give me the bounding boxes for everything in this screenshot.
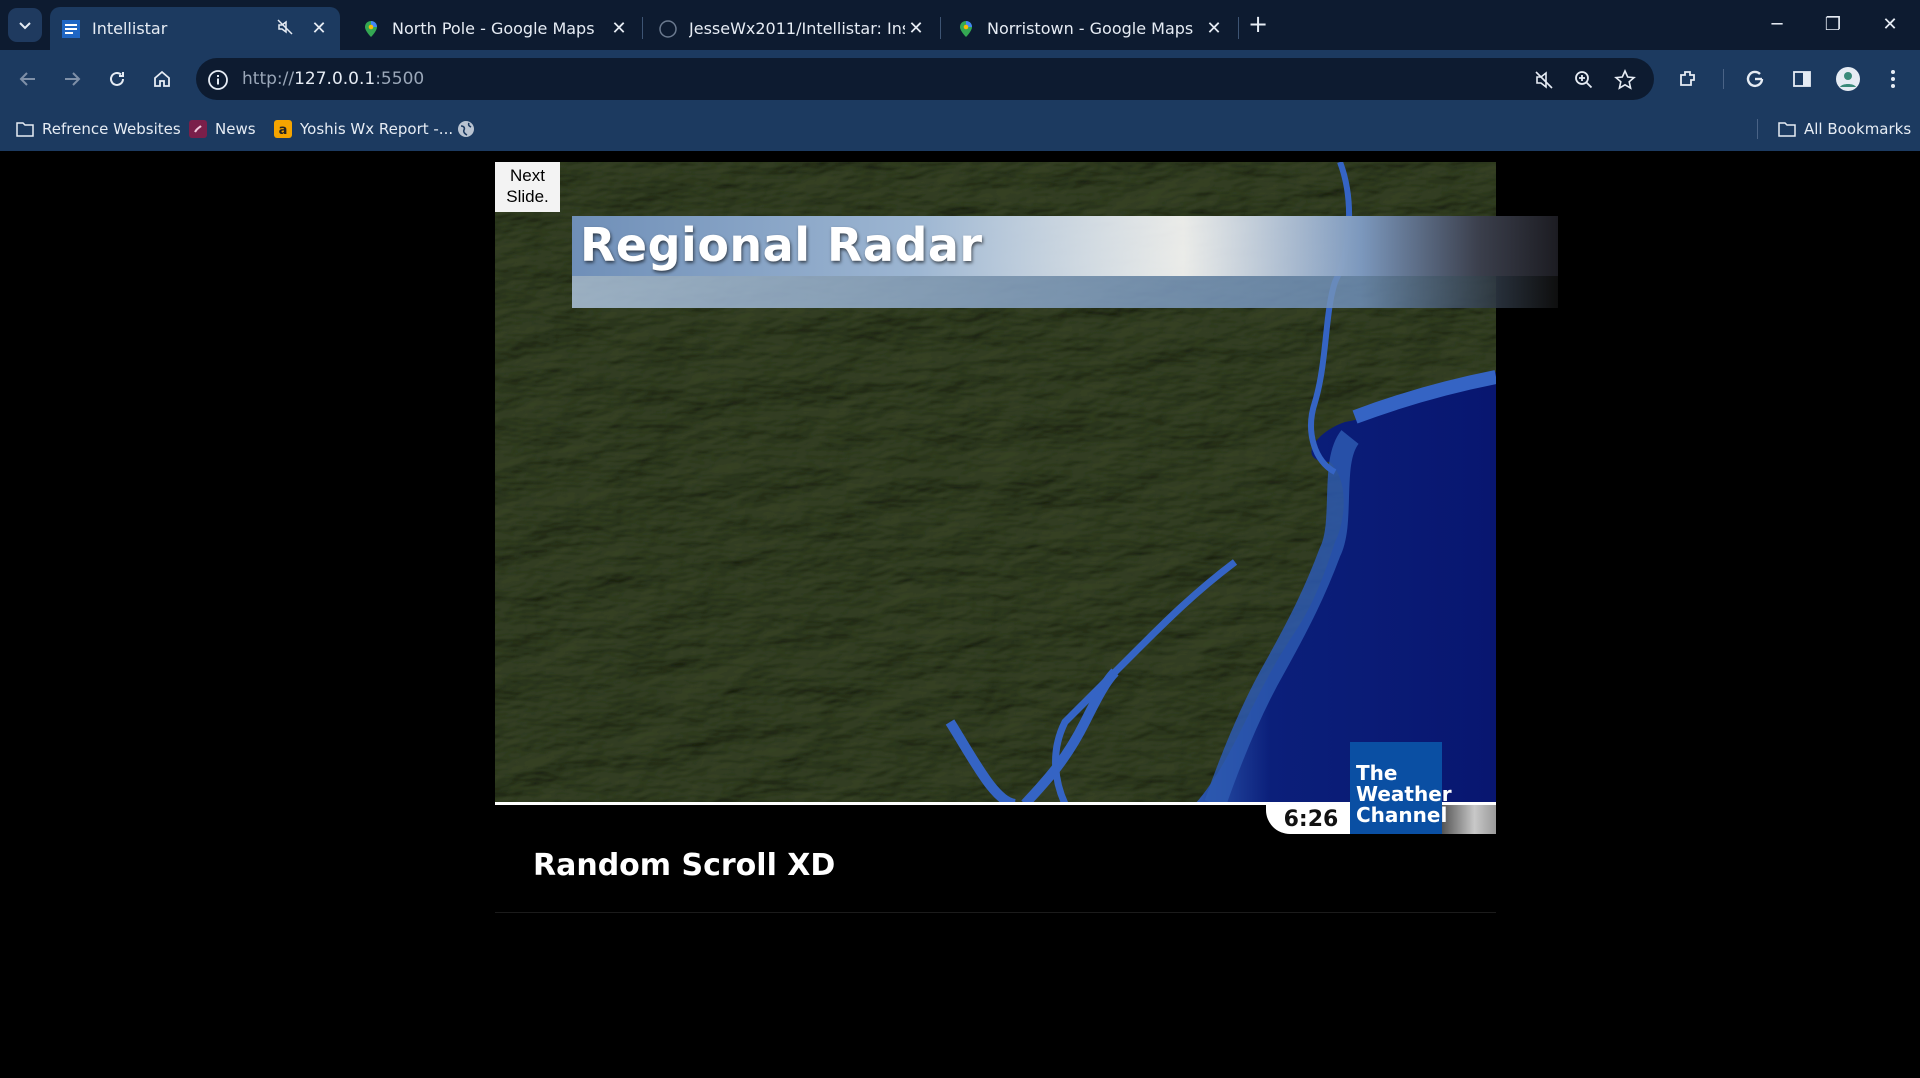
scroll-ticker-text: Random Scroll XD bbox=[533, 848, 836, 883]
amazon-icon: a bbox=[274, 120, 292, 138]
tab-search-button[interactable] bbox=[8, 8, 42, 42]
address-bar[interactable]: http://127.0.0.1:5500 bbox=[196, 58, 1654, 100]
toolbar-separator bbox=[1723, 69, 1724, 89]
back-arrow-icon[interactable] bbox=[12, 63, 44, 95]
globe-icon bbox=[457, 120, 475, 138]
all-bookmarks-label: All Bookmarks bbox=[1804, 120, 1912, 138]
tab-title: JesseWx2011/Intellistar: Inspired bbox=[689, 19, 905, 38]
tab-separator bbox=[642, 17, 643, 39]
folder-icon bbox=[16, 120, 34, 138]
url-scheme: http:// bbox=[242, 69, 295, 89]
forward-arrow-icon[interactable] bbox=[56, 63, 88, 95]
google-maps-icon bbox=[957, 20, 975, 38]
chevron-down-icon bbox=[19, 22, 31, 30]
close-tab-icon[interactable]: ✕ bbox=[308, 18, 330, 39]
tab-separator bbox=[1238, 17, 1239, 39]
url-host: 127.0.0.1 bbox=[294, 69, 376, 89]
bookmark-news[interactable]: News bbox=[189, 118, 256, 140]
bookmark-star-icon[interactable] bbox=[1613, 68, 1637, 92]
new-tab-plus-icon[interactable]: + bbox=[1244, 10, 1272, 38]
bookmarks-separator bbox=[1757, 119, 1758, 139]
next-slide-button[interactable]: Next Slide. bbox=[495, 162, 560, 212]
url-text: http://127.0.0.1:5500 bbox=[242, 69, 424, 89]
muted-speaker-icon[interactable] bbox=[276, 18, 298, 40]
all-bookmarks-button[interactable]: All Bookmarks bbox=[1778, 118, 1911, 140]
news-icon bbox=[189, 120, 207, 138]
svg-text:a: a bbox=[279, 123, 288, 138]
tab-strip: Intellistar ✕ North Pole - Google Maps ✕… bbox=[0, 0, 1920, 50]
restore-icon[interactable]: ❐ bbox=[1813, 10, 1853, 40]
weather-channel-icon bbox=[62, 19, 80, 38]
tab-separator bbox=[940, 17, 941, 39]
bookmarks-bar: Refrence Websites News a Yoshis Wx Repor… bbox=[0, 108, 1920, 151]
folder-icon bbox=[1778, 120, 1796, 138]
github-icon bbox=[659, 19, 677, 38]
close-tab-icon[interactable]: ✕ bbox=[608, 18, 630, 39]
bookmark-label: Refrence Websites bbox=[42, 120, 181, 138]
bookmark-refrence-websites[interactable]: Refrence Websites bbox=[16, 118, 181, 140]
lower-bar-fade bbox=[1442, 805, 1496, 834]
close-tab-icon[interactable]: ✕ bbox=[1203, 18, 1225, 39]
browser-toolbar: http://127.0.0.1:5500 bbox=[0, 50, 1920, 108]
tab-north-pole[interactable]: North Pole - Google Maps ✕ bbox=[350, 7, 640, 50]
scroll-divider bbox=[495, 912, 1496, 913]
bookmark-label: Yoshis Wx Report -... bbox=[300, 120, 454, 138]
clock-readout: 6:26 bbox=[1266, 805, 1356, 834]
minimize-icon[interactable]: ─ bbox=[1757, 10, 1797, 40]
bookmark-label: News bbox=[215, 120, 256, 138]
site-info-icon[interactable] bbox=[206, 68, 230, 92]
bookmark-yoshis-wx-report[interactable]: a Yoshis Wx Report -... bbox=[274, 118, 453, 140]
tab-title: Intellistar bbox=[92, 19, 168, 38]
tab-title: North Pole - Google Maps bbox=[392, 19, 595, 38]
close-tab-icon[interactable]: ✕ bbox=[905, 18, 927, 39]
tab-intellistar[interactable]: Intellistar ✕ bbox=[50, 7, 340, 50]
slide-title: Regional Radar bbox=[580, 218, 983, 272]
extensions-icon[interactable] bbox=[1672, 63, 1704, 95]
zoom-icon[interactable] bbox=[1572, 68, 1596, 92]
title-bar-lower bbox=[572, 276, 1558, 308]
google-icon[interactable] bbox=[1739, 63, 1771, 95]
url-port: :5500 bbox=[375, 69, 425, 89]
menu-kebab-icon[interactable] bbox=[1877, 63, 1909, 95]
tab-github-intellistar[interactable]: JesseWx2011/Intellistar: Inspired ✕ bbox=[647, 7, 937, 50]
side-panel-icon[interactable] bbox=[1786, 63, 1818, 95]
muted-site-icon[interactable] bbox=[1532, 68, 1556, 92]
tab-title: Norristown - Google Maps bbox=[987, 19, 1194, 38]
window-close-icon[interactable]: ✕ bbox=[1870, 10, 1910, 40]
google-maps-icon bbox=[362, 20, 380, 38]
profile-avatar-icon[interactable] bbox=[1832, 63, 1864, 95]
home-icon[interactable] bbox=[146, 63, 178, 95]
weather-channel-logo: The Weather Channel bbox=[1350, 742, 1452, 834]
tab-norristown[interactable]: Norristown - Google Maps ✕ bbox=[945, 7, 1235, 50]
reload-icon[interactable] bbox=[101, 63, 133, 95]
bookmark-globe[interactable] bbox=[457, 118, 483, 140]
